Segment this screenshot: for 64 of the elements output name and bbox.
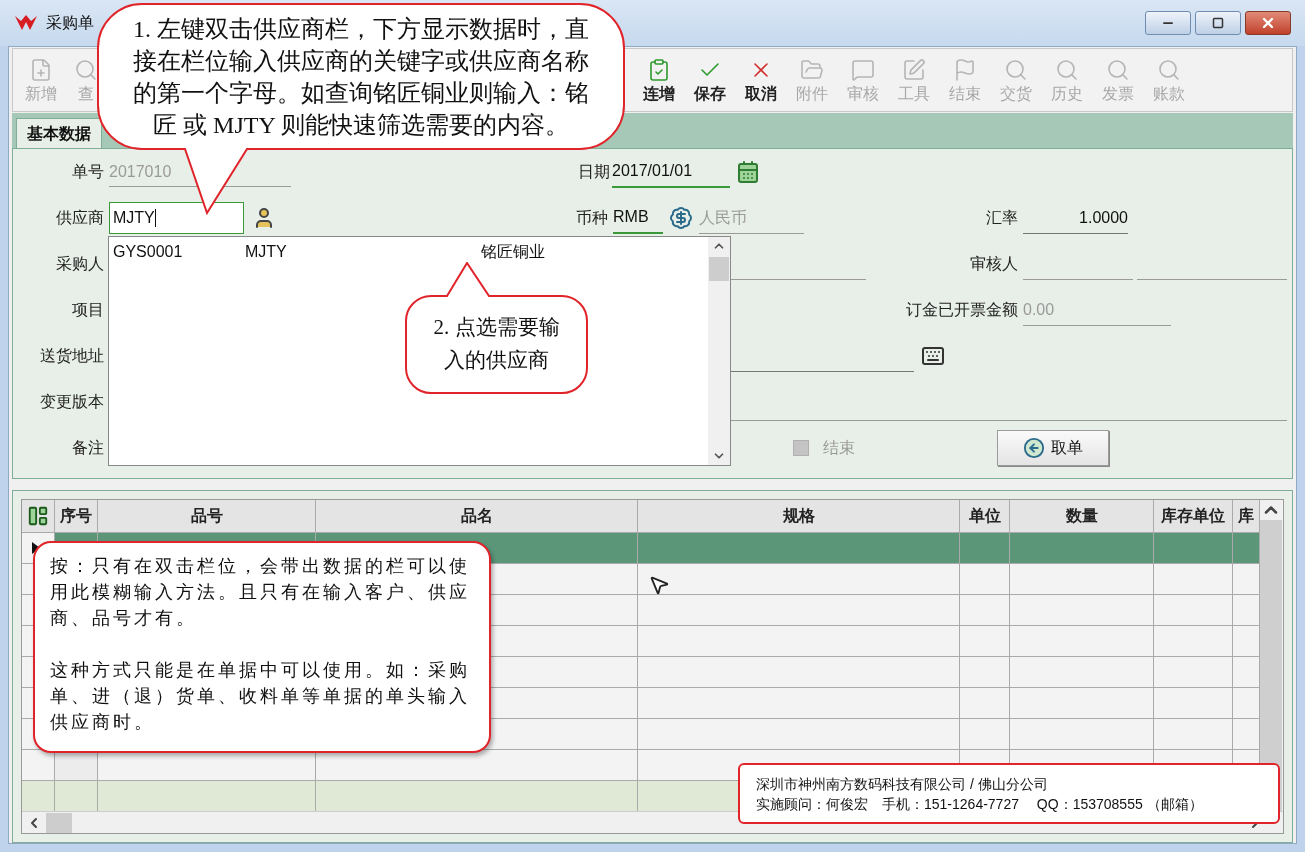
column-header[interactable]: 单位 — [960, 500, 1010, 532]
search-icon — [1003, 58, 1028, 82]
field-label: 送货地址 — [39, 346, 104, 366]
toolbar-button[interactable]: 保存 — [684, 52, 735, 108]
field-label: 审核人 — [969, 254, 1018, 274]
column-header[interactable]: 品号 — [98, 500, 316, 532]
dropdown-cell-text: 铭匠铜业 — [481, 242, 545, 262]
take-order-button[interactable]: 取单 — [997, 430, 1109, 466]
field-label: 供应商 — [55, 208, 104, 228]
exchange-rate-field[interactable]: 1.0000 — [1023, 202, 1128, 234]
close-icon — [1260, 15, 1276, 31]
field-label: 订金已开票金额 — [905, 300, 1018, 320]
dropdown-cell-text: GYS0001 — [113, 242, 184, 262]
search-icon — [1054, 58, 1079, 82]
invoiced-deposit-field: 0.00 — [1023, 294, 1171, 326]
calendar-icon[interactable] — [736, 160, 760, 184]
maximize-button[interactable] — [1195, 11, 1241, 35]
dropdown-cell-text: MJTY — [245, 242, 288, 262]
currency-icon[interactable] — [669, 206, 693, 230]
field-label: 日期 — [578, 163, 610, 180]
contact-text: 深圳市神州南方数码科技有限公司 / 佛山分公司 — [756, 774, 1049, 794]
arrow-left-circle-icon — [1023, 437, 1045, 459]
column-header[interactable]: 品名 — [316, 500, 638, 532]
edit-icon — [901, 58, 926, 82]
keyboard-icon[interactable] — [921, 344, 945, 368]
note-text: 按：只有在双击栏位，会带出数据的栏可以使用此模糊输入方法。且只有在输入客户、供应商、品号才有。 — [50, 555, 471, 630]
toolbar-button[interactable]: 取消 — [735, 52, 786, 108]
scrollbar-thumb[interactable] — [46, 812, 72, 833]
field-label: 币种 — [576, 209, 608, 226]
field-label: 单号 — [71, 162, 104, 182]
search-icon — [73, 58, 98, 82]
folder-icon — [799, 58, 824, 82]
column-header[interactable]: 规格 — [638, 500, 960, 532]
column-header[interactable]: 数量 — [1010, 500, 1154, 532]
maximize-icon — [1212, 17, 1224, 29]
callout-text: 1. 左键双击供应商栏，下方显示数据时，直接在栏位输入供应商的关键字或供应商名称的第一个字母。如查询铭匠铜业则输入：铭匠 或 MJTY 则能快速筛选需要的内容。 — [132, 15, 590, 140]
field-label: 备注 — [71, 438, 104, 458]
close-button[interactable] — [1245, 11, 1291, 35]
toolbar-button[interactable]: 连增 — [633, 52, 684, 108]
search-icon — [1156, 58, 1181, 82]
field-label: 项目 — [71, 300, 104, 320]
scroll-up-icon[interactable] — [1260, 500, 1282, 520]
callout-text: 2. 点选需要输入的供应商 — [432, 314, 561, 374]
dropdown-row[interactable]: GYS0001 MJTY 铭匠铜业 — [109, 237, 708, 267]
supplier-input[interactable]: MJTY — [109, 202, 244, 234]
contact-text: 实施顾问：何俊宏 手机：151-1264-7727 QQ：153708555 （邮箱） — [756, 794, 1204, 814]
note-text: 这种方式只能是在单据中可以使用。如：采购单、进（退）货单、收料单等单据的单头输入供应商时。 — [50, 659, 471, 734]
currency-name-field: 人民币 — [699, 202, 804, 234]
checkbox-label: 结束 — [823, 438, 855, 458]
currency-code-field[interactable]: RMB — [613, 202, 663, 234]
column-header[interactable]: 库存单位 — [1154, 500, 1233, 532]
window-title: 采购单 — [46, 13, 94, 33]
scrollbar-thumb[interactable] — [709, 257, 729, 281]
search-icon — [1105, 58, 1130, 82]
field-label: 采购人 — [55, 254, 104, 274]
chat-icon — [850, 58, 875, 82]
date-field[interactable]: 2017/01/01 — [612, 156, 730, 188]
field-label: 变更版本 — [39, 392, 104, 412]
column-header[interactable]: 序号 — [55, 500, 98, 532]
field-label: 汇率 — [985, 208, 1018, 228]
mouse-pointer-icon — [648, 574, 670, 596]
column-chooser-icon[interactable] — [27, 505, 49, 527]
dropdown-scrollbar[interactable] — [708, 237, 730, 465]
tab[interactable]: 基本数据 — [16, 118, 102, 148]
